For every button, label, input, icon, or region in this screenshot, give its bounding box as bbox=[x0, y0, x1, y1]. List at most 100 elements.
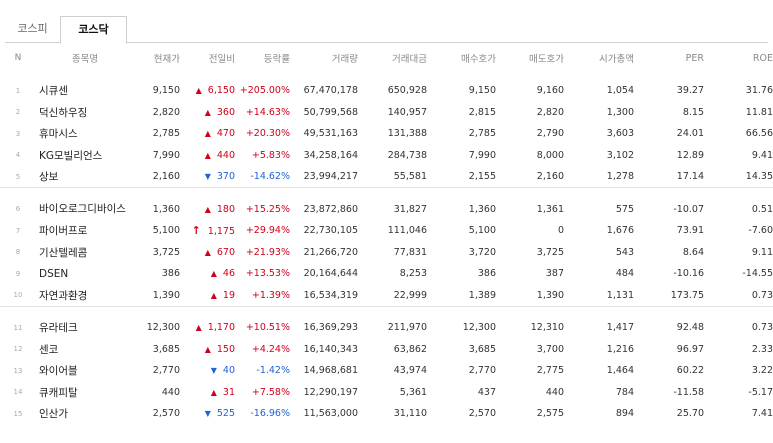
col-header-price: 현재가 bbox=[153, 54, 180, 65]
table-row[interactable]: 6 바이오로그디바이스 1,360 ▲ 180 +15.25% 23,872,860 31,8… bbox=[0, 199, 773, 221]
tab-kospi[interactable]: 코스피 bbox=[5, 16, 60, 43]
table-row[interactable]: 5 상보 2,160 ▼ 370 -14.62% 23,994,217 55,581 2,155… bbox=[0, 166, 773, 188]
cell-roe: -14.55 bbox=[742, 268, 773, 280]
table-row[interactable]: 10 자연과환경 1,390 ▲ 19 +1.39% 16,534,319 22,999 1,3… bbox=[0, 285, 773, 307]
cell-per: 173.75 bbox=[670, 289, 704, 301]
cell-price: 2,570 bbox=[152, 408, 180, 420]
cell-ask: 3,725 bbox=[536, 246, 564, 258]
table-row[interactable]: 1 시큐센 9,150 ▲ 6,150 +205.00% 67,470,178 650,928… bbox=[0, 80, 773, 102]
stock-name-link[interactable]: 상보 bbox=[36, 166, 134, 188]
cell-price: 12,300 bbox=[146, 322, 180, 334]
cell-volume: 20,164,644 bbox=[303, 268, 358, 280]
cell-ask: 8,000 bbox=[536, 149, 564, 161]
table-row[interactable]: 9 DSEN 386 ▲ 46 +13.53% 20,164,644 8,253 386 387 4… bbox=[0, 263, 773, 285]
change-value: 6,150 bbox=[207, 85, 235, 97]
row-number: 13 bbox=[13, 366, 23, 375]
cell-volume: 16,534,319 bbox=[303, 289, 358, 301]
cell-amount: 111,046 bbox=[387, 225, 427, 237]
change-value: 31 bbox=[222, 386, 235, 398]
cell-per: -10.07 bbox=[673, 203, 704, 215]
cell-amount: 5,361 bbox=[399, 386, 427, 398]
cell-volume: 22,730,105 bbox=[303, 225, 358, 237]
row-number: 14 bbox=[13, 388, 23, 397]
cell-cap: 784 bbox=[615, 386, 634, 398]
cell-per: 96.97 bbox=[676, 343, 704, 355]
row-number: 9 bbox=[15, 269, 21, 278]
stock-name-link[interactable]: 파이버프로 bbox=[36, 220, 134, 242]
change-value: 525 bbox=[216, 408, 235, 420]
stock-name-link[interactable]: 센코 bbox=[36, 339, 134, 361]
cell-ask: 387 bbox=[545, 268, 564, 280]
cell-rate: -14.62% bbox=[250, 171, 290, 182]
cell-volume: 67,470,178 bbox=[303, 85, 358, 97]
cell-bid: 386 bbox=[477, 268, 496, 280]
table-row[interactable]: 8 기산텔레콤 3,725 ▲ 670 +21.93% 21,266,720 77,831 3,… bbox=[0, 242, 773, 264]
stock-name-link[interactable]: DSEN bbox=[36, 263, 134, 285]
table-row[interactable]: 15 인산가 2,570 ▼ 525 -16.96% 11,563,000 31,110 2,5… bbox=[0, 403, 773, 425]
col-header-per: PER bbox=[685, 52, 704, 64]
table-row[interactable]: 12 센코 3,685 ▲ 150 +4.24% 16,140,343 63,862 3,685… bbox=[0, 339, 773, 361]
cell-bid: 2,815 bbox=[468, 106, 496, 118]
triangle-up-icon: ▲ bbox=[204, 129, 211, 139]
stock-name-link[interactable]: 기산텔레콤 bbox=[36, 242, 134, 264]
table-row[interactable]: 2 덕신하우징 2,820 ▲ 360 +14.63% 50,799,568 140,957 2… bbox=[0, 102, 773, 124]
cell-per: -11.58 bbox=[673, 386, 704, 398]
row-number: 7 bbox=[15, 226, 21, 235]
stock-name-link[interactable]: 유라테크 bbox=[36, 317, 134, 339]
cell-rate: +205.00% bbox=[239, 85, 290, 97]
cell-change: ▲ 360 bbox=[180, 102, 235, 124]
tab-kosdaq[interactable]: 코스닥 bbox=[60, 16, 127, 44]
table-row[interactable]: 4 KG모빌리언스 7,990 ▲ 440 +5.83% 34,258,164 284,738… bbox=[0, 145, 773, 167]
stock-name-link[interactable]: 바이오로그디바이스 bbox=[36, 199, 134, 221]
table-row[interactable]: 14 큐캐피탈 440 ▲ 31 +7.58% 12,290,197 5,361 437 440 7… bbox=[0, 382, 773, 404]
cell-volume: 14,968,681 bbox=[303, 365, 358, 377]
stock-name-link[interactable]: 인산가 bbox=[36, 403, 134, 425]
cell-amount: 22,999 bbox=[393, 289, 427, 301]
stock-name-link[interactable]: KG모빌리언스 bbox=[36, 145, 134, 167]
stock-name-link[interactable]: 자연과환경 bbox=[36, 285, 134, 307]
change-value: 440 bbox=[216, 149, 235, 161]
triangle-up-icon: ▲ bbox=[210, 269, 217, 279]
stock-name-link[interactable]: 휴마시스 bbox=[36, 123, 134, 145]
stock-name-link[interactable]: 큐캐피탈 bbox=[36, 382, 134, 404]
table-row[interactable]: 13 와이어블 2,770 ▼ 40 -1.42% 14,968,681 43,974 2,77… bbox=[0, 360, 773, 382]
change-value: 360 bbox=[216, 106, 235, 118]
row-number: 2 bbox=[15, 108, 21, 117]
change-value: 40 bbox=[222, 365, 235, 377]
cell-per: 8.15 bbox=[682, 106, 704, 118]
stock-name-link[interactable]: 덕신하우징 bbox=[36, 102, 134, 124]
cell-price: 7,990 bbox=[152, 149, 180, 161]
cell-rate: +13.53% bbox=[245, 268, 290, 280]
stock-name-link[interactable]: 와이어블 bbox=[36, 360, 134, 382]
stock-name-link[interactable]: 시큐센 bbox=[36, 80, 134, 102]
cell-rate: +5.83% bbox=[251, 149, 290, 161]
upper-limit-arrow-icon: ↑ bbox=[191, 224, 201, 238]
cell-roe: 9.41 bbox=[751, 149, 773, 161]
table-row[interactable]: 7 파이버프로 5,100 ↑ 1,175 +29.94% 22,730,105 111,04… bbox=[0, 220, 773, 242]
change-value: 1,170 bbox=[207, 322, 235, 334]
col-header-rate: 등락률 bbox=[263, 54, 290, 65]
cell-volume: 49,531,163 bbox=[303, 128, 358, 140]
col-header-amount: 거래대금 bbox=[392, 54, 427, 65]
cell-volume: 50,799,568 bbox=[303, 106, 358, 118]
change-value: 1,175 bbox=[207, 226, 235, 238]
cell-roe: 0.73 bbox=[751, 289, 773, 301]
cell-ask: 2,160 bbox=[536, 171, 564, 182]
cell-cap: 543 bbox=[615, 246, 634, 258]
col-header-n: N bbox=[14, 53, 22, 63]
cell-price: 3,725 bbox=[152, 246, 180, 258]
table-body: 1 시큐센 9,150 ▲ 6,150 +205.00% 67,470,178 650,928… bbox=[0, 69, 773, 425]
table-row[interactable]: 11 유라테크 12,300 ▲ 1,170 +10.51% 16,369,293 211,9… bbox=[0, 317, 773, 339]
cell-bid: 2,155 bbox=[468, 171, 496, 182]
cell-per: 17.14 bbox=[676, 171, 704, 182]
cell-ask: 440 bbox=[545, 386, 564, 398]
row-separator-cell bbox=[0, 69, 773, 80]
change-value: 150 bbox=[216, 343, 235, 355]
cell-change: ▲ 46 bbox=[180, 263, 235, 285]
cell-volume: 23,872,860 bbox=[303, 203, 358, 215]
col-header-name: 종목명 bbox=[71, 54, 99, 65]
cell-amount: 131,388 bbox=[387, 128, 427, 140]
cell-cap: 3,603 bbox=[606, 128, 634, 140]
table-row[interactable]: 3 휴마시스 2,785 ▲ 470 +20.30% 49,531,163 131,388 2,… bbox=[0, 123, 773, 145]
cell-volume: 16,369,293 bbox=[303, 322, 358, 334]
